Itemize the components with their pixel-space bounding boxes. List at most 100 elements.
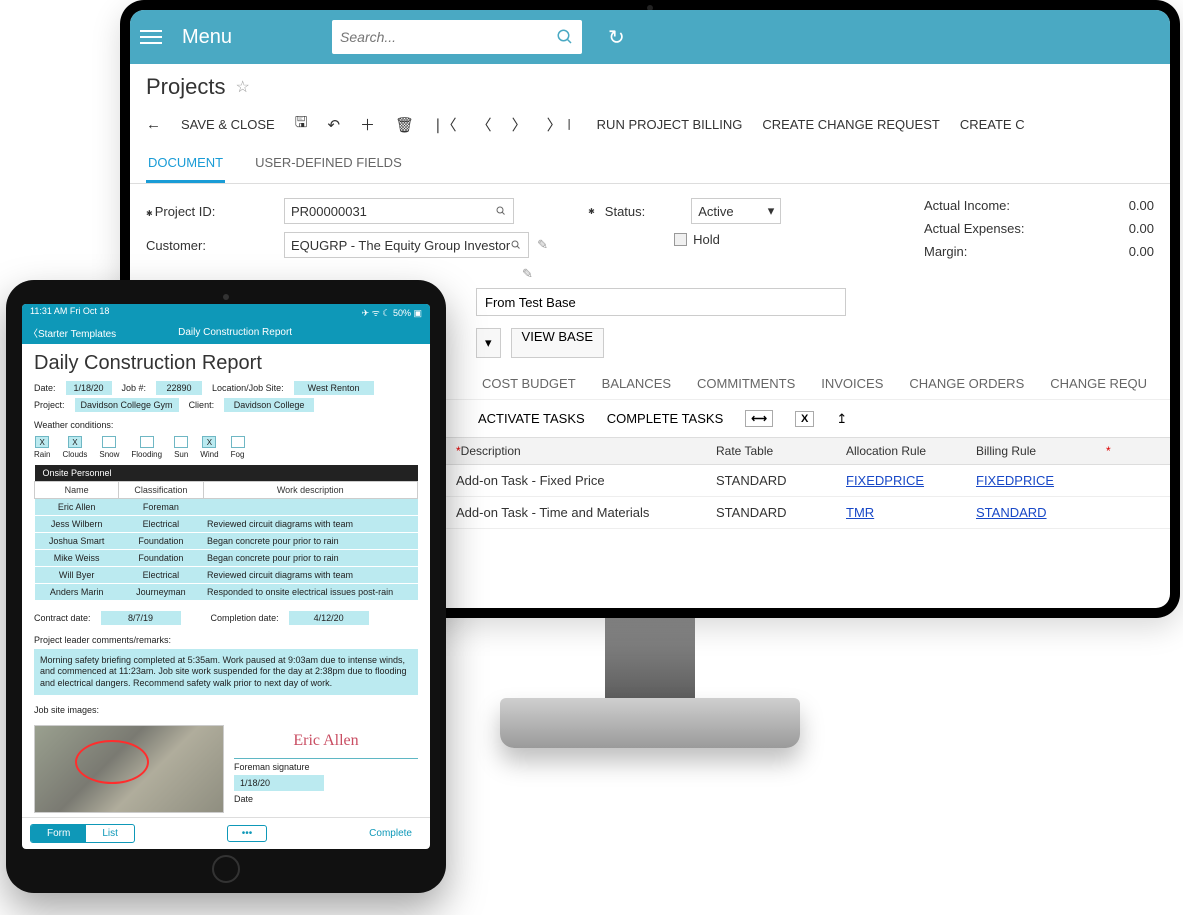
signature-date-value[interactable]: 1/18/20: [234, 775, 324, 791]
edit-icon[interactable]: ✎: [537, 237, 548, 253]
base-input[interactable]: [476, 288, 846, 316]
last-icon[interactable]: 〉∣: [547, 114, 577, 135]
job-site-image[interactable]: [34, 725, 224, 813]
customer-input[interactable]: EQUGRP - The Equity Group Investor: [284, 232, 529, 258]
lookup-icon[interactable]: [495, 205, 507, 217]
view-base-button[interactable]: VIEW BASE: [511, 328, 605, 358]
fit-columns-icon[interactable]: ⟷: [745, 410, 773, 427]
project-id-input[interactable]: PR00000031: [284, 198, 514, 224]
search-box[interactable]: [332, 20, 582, 54]
weather-checkbox[interactable]: [102, 436, 116, 448]
comments-label: Project leader comments/remarks:: [34, 635, 418, 645]
save-icon[interactable]: 🖫: [295, 112, 308, 137]
form-tab[interactable]: Form: [31, 825, 86, 842]
cell-billing-link[interactable]: FIXEDPRICE: [976, 473, 1054, 488]
add-icon[interactable]: ＋: [360, 114, 375, 135]
weather-checkbox[interactable]: [231, 436, 245, 448]
chevron-down-icon: ▾: [768, 203, 775, 219]
prev-icon[interactable]: 〈: [477, 114, 492, 135]
contract-date-value[interactable]: 8/7/19: [101, 611, 181, 625]
cell-allocation-link[interactable]: FIXEDPRICE: [846, 473, 924, 488]
complete-tasks-button[interactable]: COMPLETE TASKS: [607, 411, 724, 426]
create-change-button[interactable]: CREATE CHANGE REQUEST: [762, 117, 939, 132]
contract-date-label: Contract date:: [34, 613, 91, 623]
view-segment: Form List: [30, 824, 135, 843]
refresh-icon[interactable]: ↻: [602, 25, 631, 50]
weather-label: Fog: [231, 450, 245, 459]
first-icon[interactable]: ∣〈: [434, 114, 457, 135]
cell-allocation-link[interactable]: TMR: [846, 505, 874, 520]
col-billing-rule: Billing Rule: [976, 444, 1106, 458]
delete-icon[interactable]: 🗑: [395, 116, 414, 134]
subtab-change-requests[interactable]: CHANGE REQU: [1050, 376, 1147, 391]
edit-icon[interactable]: ✎: [522, 266, 533, 282]
subtab-balances[interactable]: BALANCES: [602, 376, 671, 391]
create-more-button[interactable]: CREATE C: [960, 117, 1025, 132]
lookup-icon[interactable]: [510, 239, 522, 251]
hold-checkbox[interactable]: [674, 233, 687, 246]
table-row: Jess WilbernElectricalReviewed circuit d…: [35, 516, 418, 533]
more-button[interactable]: •••: [227, 825, 268, 842]
subtab-change-orders[interactable]: CHANGE ORDERS: [909, 376, 1024, 391]
weather-checkbox[interactable]: X: [202, 436, 216, 448]
search-input[interactable]: [340, 29, 550, 45]
col-allocation-rule: Allocation Rule: [846, 444, 976, 458]
location-value[interactable]: West Renton: [294, 381, 374, 395]
signature-field[interactable]: Eric Allen: [234, 725, 418, 759]
tab-udf[interactable]: USER-DEFINED FIELDS: [253, 149, 404, 183]
signature-date-label: Date: [234, 794, 418, 804]
job-value[interactable]: 22890: [156, 381, 202, 395]
client-value[interactable]: Davidson College: [224, 398, 314, 412]
complete-button[interactable]: Complete: [359, 825, 422, 842]
activate-tasks-button[interactable]: ACTIVATE TASKS: [478, 411, 585, 426]
dropdown-button[interactable]: ▾: [476, 328, 501, 358]
search-icon[interactable]: [556, 28, 574, 46]
weather-checkbox[interactable]: X: [35, 436, 49, 448]
list-tab[interactable]: List: [86, 825, 134, 842]
subtab-commitments[interactable]: COMMITMENTS: [697, 376, 795, 391]
upload-icon[interactable]: ↥: [836, 411, 847, 427]
home-button[interactable]: [212, 855, 240, 883]
back-button[interactable]: 〈Starter Templates: [28, 325, 116, 340]
export-excel-icon[interactable]: X: [795, 411, 814, 427]
subtab-invoices[interactable]: INVOICES: [821, 376, 883, 391]
cell-billing-link[interactable]: STANDARD: [976, 505, 1047, 520]
margin-label: Margin:: [924, 244, 967, 259]
weather-checkbox[interactable]: [174, 436, 188, 448]
weather-label: Snow: [99, 450, 119, 459]
date-value[interactable]: 1/18/20: [66, 381, 112, 395]
actual-income-value: 0.00: [1129, 198, 1154, 213]
project-value[interactable]: Davidson College Gym: [75, 398, 179, 412]
undo-icon[interactable]: ↶: [327, 116, 340, 134]
weather-checkbox[interactable]: X: [68, 436, 82, 448]
job-label: Job #:: [122, 383, 147, 393]
comments-body[interactable]: Morning safety briefing completed at 5:3…: [34, 649, 418, 695]
next-icon[interactable]: 〉: [512, 114, 527, 135]
subtab-cost-budget[interactable]: COST BUDGET: [482, 376, 576, 391]
actual-expenses-label: Actual Expenses:: [924, 221, 1024, 236]
table-row: Anders MarinJourneymanResponded to onsit…: [35, 584, 418, 601]
status-label: Status:: [605, 204, 645, 219]
actual-income-label: Actual Income:: [924, 198, 1010, 213]
weather-checkbox[interactable]: [140, 436, 154, 448]
completion-date-label: Completion date:: [211, 613, 279, 623]
status-select[interactable]: Active▾: [691, 198, 781, 224]
run-billing-button[interactable]: RUN PROJECT BILLING: [597, 117, 743, 132]
table-row: Joshua SmartFoundationBegan concrete pou…: [35, 533, 418, 550]
chevron-down-icon: ▾: [485, 335, 492, 351]
completion-date-value[interactable]: 4/12/20: [289, 611, 369, 625]
col-rate-table: Rate Table: [716, 444, 846, 458]
table-row: Mike WeissFoundationBegan concrete pour …: [35, 550, 418, 567]
weather-label: Wind: [200, 450, 218, 459]
favorite-icon[interactable]: ☆: [235, 77, 249, 97]
weather-label: Flooding: [131, 450, 162, 459]
back-icon[interactable]: ←: [146, 116, 161, 133]
menu-label[interactable]: Menu: [182, 26, 232, 49]
ipad-camera: [223, 294, 229, 300]
tab-document[interactable]: DOCUMENT: [146, 149, 225, 183]
menu-icon[interactable]: [140, 26, 162, 48]
personnel-title: Onsite Personnel: [35, 465, 418, 482]
images-label: Job site images:: [34, 705, 418, 715]
save-close-button[interactable]: SAVE & CLOSE: [181, 117, 275, 132]
hold-label: Hold: [693, 232, 720, 247]
